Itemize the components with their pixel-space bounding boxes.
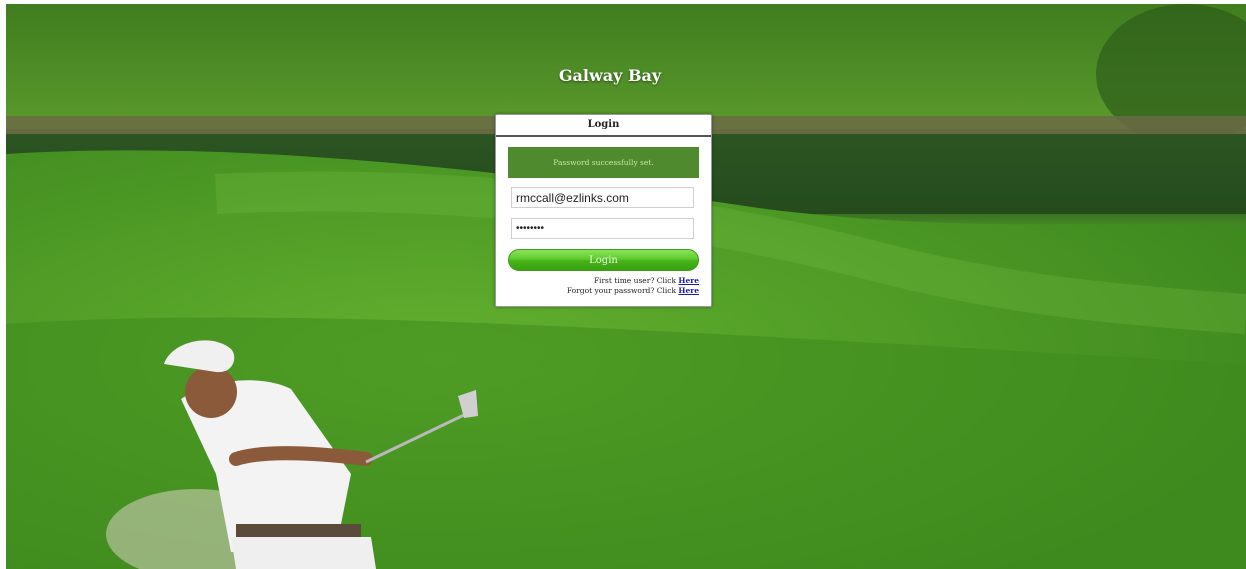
first-time-here-link[interactable]: Here — [678, 276, 699, 285]
login-panel: Login Password successfully set. Login F… — [495, 114, 712, 307]
background-scene: Galway Bay Login Password successfully s… — [6, 4, 1246, 569]
login-button[interactable]: Login — [508, 249, 699, 271]
email-field[interactable] — [511, 187, 694, 208]
login-header: Login — [496, 115, 711, 137]
forgot-text: Forgot your password? Click — [566, 286, 677, 295]
first-time-user-line: First time user? Click Here — [508, 276, 699, 286]
password-field[interactable] — [511, 218, 694, 239]
first-time-text: First time user? Click — [593, 276, 677, 285]
forgot-password-line: Forgot your password? Click Here — [508, 286, 699, 296]
course-title: Galway Bay — [558, 66, 662, 85]
help-links: First time user? Click Here Forgot your … — [508, 276, 699, 296]
forgot-here-link[interactable]: Here — [678, 286, 699, 295]
status-message: Password successfully set. — [508, 147, 699, 178]
